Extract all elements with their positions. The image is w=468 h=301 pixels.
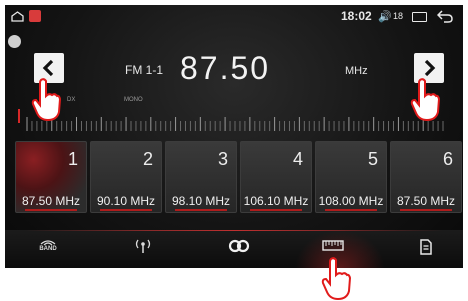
frequency-display: 87.50 — [180, 50, 271, 86]
pointer-hand-icon — [410, 78, 440, 122]
document-icon — [420, 239, 432, 255]
preset-number: 5 — [367, 149, 378, 169]
preset-button[interactable]: 5 108.00 MHz — [315, 141, 387, 213]
preset-underline — [25, 209, 77, 211]
preset-number: 2 — [142, 149, 153, 169]
preset-button[interactable]: 2 90.10 MHz — [90, 141, 162, 213]
preset-underline — [175, 209, 227, 211]
volume-icon[interactable]: 🔊 — [378, 10, 392, 23]
pointer-hand-icon — [31, 78, 61, 122]
status-bar: 18:02 🔊 18 — [5, 5, 463, 29]
preset-frequency: 87.50 MHz — [21, 194, 81, 208]
preset-frequency: 90.10 MHz — [96, 194, 156, 208]
preset-button[interactable]: 1 87.50 MHz — [15, 141, 87, 213]
stereo-icon — [228, 239, 250, 253]
preset-number: 4 — [292, 149, 303, 169]
preset-frequency: 87.50 MHz — [396, 194, 456, 208]
assistive-touch-button[interactable] — [8, 35, 21, 48]
frequency-unit: MHz — [345, 65, 368, 77]
volume-level: 18 — [393, 11, 404, 21]
antenna-button[interactable] — [132, 238, 154, 262]
preset-frequency: 106.10 MHz — [243, 194, 309, 208]
bottom-toolbar: BAND — [5, 230, 463, 268]
chevron-left-icon — [42, 59, 54, 77]
preset-underline — [325, 209, 377, 211]
window-icon[interactable] — [412, 12, 427, 22]
antenna-icon — [135, 239, 151, 253]
app-badge-icon[interactable] — [29, 10, 41, 22]
stereo-button[interactable] — [227, 238, 251, 262]
chevron-right-icon — [424, 59, 436, 77]
scale-icon — [322, 240, 344, 251]
band-label: FM 1-1 — [125, 63, 164, 77]
preset-underline — [250, 209, 302, 211]
band-button[interactable]: BAND — [37, 238, 59, 262]
preset-underline — [100, 209, 152, 211]
radio-screen: 18:02 🔊 18 FM 1-1 87.50 MHz DX MONO 1 87… — [5, 5, 463, 268]
preset-frequency: 98.10 MHz — [171, 194, 231, 208]
tuning-marker[interactable] — [18, 109, 20, 123]
dx-indicator: DX — [67, 97, 76, 103]
home-icon[interactable] — [11, 11, 24, 22]
tuning-scale[interactable] — [25, 113, 445, 135]
clock: 18:02 — [341, 9, 372, 23]
preset-button[interactable]: 3 98.10 MHz — [165, 141, 237, 213]
preset-underline — [400, 209, 452, 211]
preset-button[interactable]: 4 106.10 MHz — [240, 141, 312, 213]
preset-number: 6 — [442, 149, 453, 169]
pointer-hand-icon — [321, 257, 351, 301]
band-icon — [40, 240, 56, 246]
preset-frequency: 108.00 MHz — [318, 194, 384, 208]
list-button[interactable] — [417, 238, 435, 262]
preset-list: 1 87.50 MHz 2 90.10 MHz 3 98.10 MHz 4 10… — [15, 141, 463, 217]
preset-button[interactable]: 6 87.50 MHz — [390, 141, 462, 213]
mono-indicator: MONO — [124, 97, 143, 103]
preset-number: 1 — [67, 149, 78, 169]
preset-number: 3 — [217, 149, 228, 169]
band-label-text: BAND — [39, 246, 57, 252]
back-icon[interactable] — [437, 9, 453, 23]
